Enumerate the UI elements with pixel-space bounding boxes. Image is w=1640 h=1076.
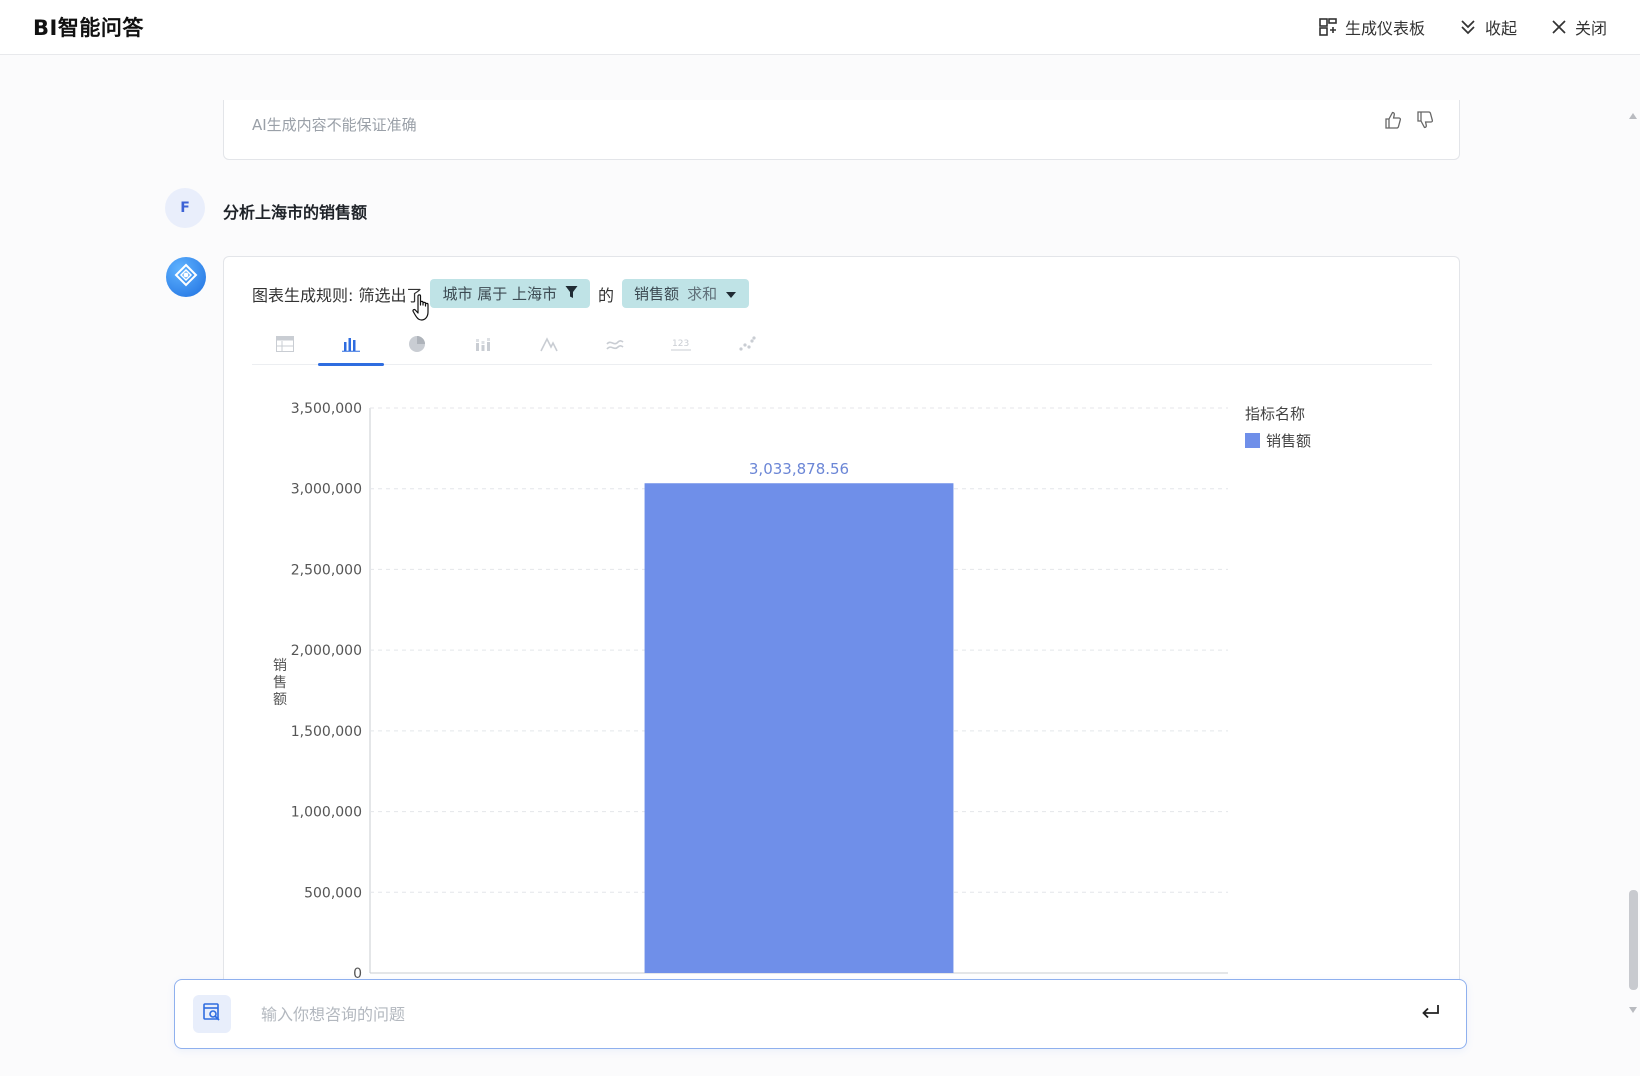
tab-scatter-chart[interactable] <box>714 327 780 365</box>
y-tick-label: 3,500,000 <box>291 401 362 417</box>
generate-dashboard-label: 生成仪表板 <box>1344 19 1425 38</box>
y-tick-label: 1,000,000 <box>291 805 362 821</box>
filter-chip[interactable]: 城市 属于 上海市 <box>430 279 591 308</box>
area-chart-icon <box>606 337 624 356</box>
bar <box>644 483 954 973</box>
ai-avatar <box>166 257 206 297</box>
pie-chart-icon <box>408 335 426 357</box>
chevron-down-icon <box>725 285 737 303</box>
app-title: BI智能问答 <box>33 16 144 40</box>
previous-answer-card: AI生成内容不能保证准确 <box>223 100 1460 160</box>
y-tick-label: 2,500,000 <box>291 562 362 578</box>
chart-rule: 图表生成规则: 筛选出了 城市 属于 上海市 的 销售额 求和 <box>252 279 750 308</box>
tab-stacked-bar[interactable] <box>450 327 516 365</box>
y-tick-label: 3,000,000 <box>291 482 362 498</box>
collapse-label: 收起 <box>1484 19 1517 38</box>
table-icon <box>276 336 294 356</box>
y-tick-label: 1,500,000 <box>291 724 362 740</box>
collapse-icon <box>1459 18 1477 36</box>
legend-swatch <box>1245 433 1260 448</box>
conversation-area[interactable]: AI生成内容不能保证准确 F 分析上海市的销售额 图表生成规则: 筛选出了 城市… <box>0 55 1626 1076</box>
filter-icon <box>565 285 578 303</box>
scroll-down-icon[interactable] <box>1629 1007 1637 1013</box>
data-source-button[interactable] <box>193 995 231 1033</box>
user-question: 分析上海市的销售额 <box>223 203 368 222</box>
rule-prefix: 图表生成规则: 筛选出了 <box>252 285 423 305</box>
scrollbar-thumb[interactable] <box>1629 890 1638 990</box>
thumbs-down-icon[interactable] <box>1415 110 1435 134</box>
y-axis-label: 销售额 <box>273 658 287 708</box>
top-bar: BI智能问答 生成仪表板 收起 关闭 <box>0 0 1640 55</box>
user-avatar: F <box>165 188 205 228</box>
scroll-up-icon[interactable] <box>1629 113 1637 119</box>
chart-canvas: 0500,0001,000,0001,500,0002,000,0002,500… <box>273 401 1311 997</box>
chart-type-tabs: 123 <box>252 327 1432 366</box>
metric-aggregation: 求和 <box>687 285 718 303</box>
dashboard-icon <box>1319 18 1337 36</box>
header-actions: 生成仪表板 收起 关闭 <box>1319 15 1607 39</box>
tab-table-chart[interactable] <box>252 327 318 365</box>
number-card-icon: 123 <box>671 336 691 356</box>
tab-line-chart[interactable] <box>516 327 582 365</box>
hand-cursor-icon <box>412 293 434 327</box>
metric-chip[interactable]: 销售额 求和 <box>622 279 750 308</box>
vertical-scrollbar[interactable] <box>1626 55 1640 1076</box>
bar-chart: 0 500,000 1,000,000 1,500,000 2,000,000 2,500… <box>245 390 1355 1010</box>
ai-disclaimer: AI生成内容不能保证准确 <box>252 116 417 134</box>
bar-value-label: 3,033,878.56 <box>749 460 849 478</box>
thumbs-up-icon[interactable] <box>1383 110 1403 134</box>
collapse-button[interactable]: 收起 <box>1459 15 1517 39</box>
feedback-buttons <box>1383 110 1435 134</box>
tab-area-chart[interactable] <box>582 327 648 365</box>
y-tick-label: 500,000 <box>304 885 362 901</box>
y-tick-label: 2,000,000 <box>291 643 362 659</box>
data-search-icon <box>202 1002 222 1026</box>
enter-icon <box>1421 1004 1441 1024</box>
svg-text:123: 123 <box>672 339 689 349</box>
send-button[interactable] <box>1414 997 1448 1031</box>
generate-dashboard-button[interactable]: 生成仪表板 <box>1319 15 1425 39</box>
close-label: 关闭 <box>1574 19 1607 38</box>
question-input-bar <box>174 979 1467 1049</box>
close-icon <box>1551 19 1567 35</box>
question-input[interactable] <box>261 1004 1414 1024</box>
rule-connector: 的 <box>598 285 615 305</box>
metric-chip-label: 销售额 <box>634 285 680 303</box>
tab-number-card[interactable]: 123 <box>648 327 714 365</box>
close-button[interactable]: 关闭 <box>1551 15 1607 39</box>
legend-item-label: 销售额 <box>1266 432 1311 450</box>
scatter-icon <box>738 336 756 356</box>
legend-title: 指标名称 <box>1245 405 1305 423</box>
line-chart-icon <box>540 336 558 356</box>
ai-logo-icon <box>174 263 198 291</box>
bar-chart-icon <box>342 336 360 356</box>
filter-chip-label: 城市 属于 上海市 <box>442 285 558 303</box>
tab-pie-chart[interactable] <box>384 327 450 365</box>
tab-bar-chart[interactable] <box>318 327 384 366</box>
stacked-bar-icon <box>475 336 491 356</box>
